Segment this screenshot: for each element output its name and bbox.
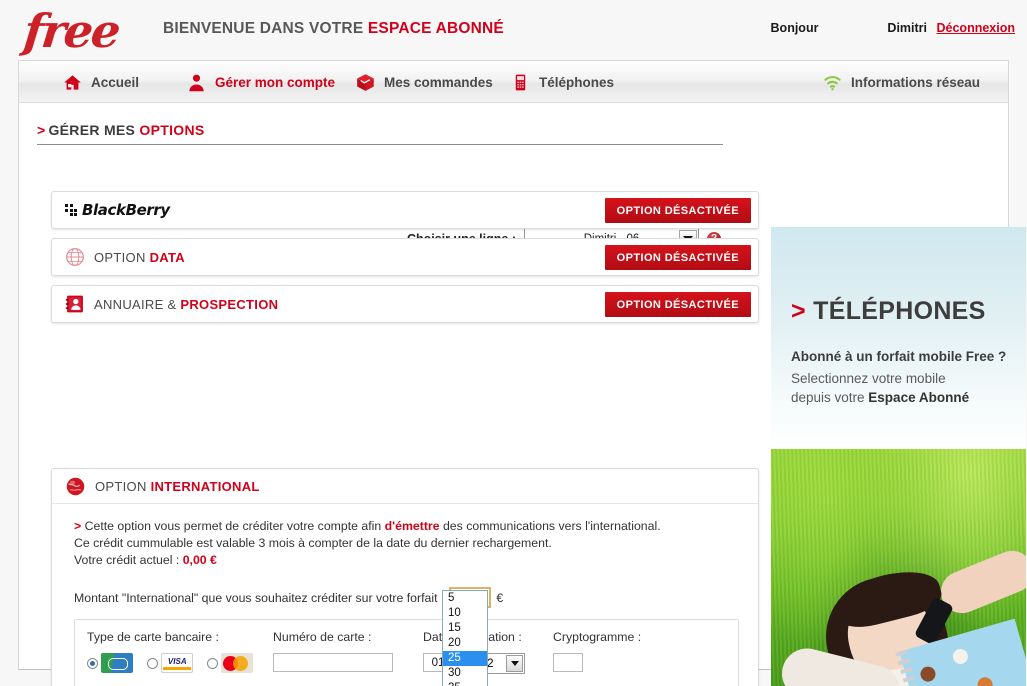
breadcrumb: > GÉRER MES OPTIONS [37, 122, 205, 138]
promo-title: > TÉLÉPHONES [791, 297, 986, 326]
international-line-2: Ce crédit cummulable est valable 3 mois … [74, 536, 552, 550]
box-icon [357, 74, 374, 91]
amount-currency: € [496, 590, 504, 605]
nav-label-mes-commandes: Mes commandes [384, 75, 493, 90]
blackberry-wordmark: BlackBerry [82, 201, 170, 219]
breadcrumb-arrow: > [37, 122, 46, 138]
international-header: OPTION INTERNATIONAL [52, 469, 758, 504]
greeting-label: Bonjour [770, 21, 819, 35]
option-label-data: OPTION DATA [65, 247, 185, 267]
cvv-input[interactable] [553, 653, 583, 672]
amount-row: Montant "International" que vous souhait… [74, 587, 758, 608]
international-title: OPTION INTERNATIONAL [65, 476, 260, 497]
welcome-prefix: BIENVENUE DANS VOTRE [163, 20, 368, 37]
option-badge-annuaire[interactable]: OPTION DÉSACTIVÉE [604, 292, 751, 317]
card-number-label: Numéro de carte : [273, 630, 372, 644]
amount-option-15[interactable]: 15 [443, 621, 487, 636]
amount-option-20[interactable]: 20 [443, 636, 487, 651]
globe-red-icon [66, 477, 85, 495]
option-badge-blackberry[interactable]: OPTION DÉSACTIVÉE [604, 198, 751, 223]
international-line1-a: Cette option vous permet de créditer vot… [81, 519, 385, 533]
nav-label-telephones: Téléphones [539, 75, 615, 90]
mastercard-card-icon[interactable] [221, 653, 254, 673]
option-text-annuaire: ANNUAIRE & PROSPECTION [94, 296, 279, 312]
globe-icon [66, 248, 84, 266]
credit-value: 0,00 € [182, 553, 217, 567]
blackberry-dots-icon [65, 204, 77, 216]
visa-card-icon[interactable] [161, 653, 194, 673]
radio-card-mastercard[interactable] [206, 657, 218, 669]
home-icon [64, 75, 81, 90]
top-header: free BIENVENUE DANS VOTRE ESPACE ABONNÉ … [0, 0, 1027, 58]
user-name: Dimitri [887, 21, 928, 35]
nav-item-telephones[interactable]: Téléphones [511, 62, 614, 103]
main-navigation: Accueil Gérer mon compte Mes commandes T… [19, 61, 1008, 103]
promo-line-3b: Espace Abonné [868, 390, 970, 405]
cvv-label: Cryptogramme : [553, 630, 642, 644]
welcome-text: BIENVENUE DANS VOTRE ESPACE ABONNÉ [163, 20, 504, 38]
directory-icon [65, 295, 83, 313]
content-area: >GÉRER MES OPTIONS Choisir une ligne : D… [19, 103, 1026, 686]
main-shell: Accueil Gérer mon compte Mes commandes T… [18, 60, 1026, 686]
amount-option-25[interactable]: 25 [443, 651, 487, 666]
international-line1-b: des communications vers l'international. [439, 519, 661, 533]
breadcrumb-text: GÉRER MES [48, 122, 140, 138]
international-line-1: > Cette option vous permet de créditer v… [74, 518, 758, 535]
promo-top: > TÉLÉPHONES Abonné à un forfait mobile … [771, 227, 1026, 449]
nav-item-gerer-mon-compte[interactable]: Gérer mon compte [187, 62, 335, 103]
nav-label-informations-reseau: Informations réseau [850, 75, 980, 90]
option-row-annuaire[interactable]: ANNUAIRE & PROSPECTION OPTION DÉSACTIVÉE [51, 285, 759, 323]
option-row-blackberry[interactable]: BlackBerry OPTION DÉSACTIVÉE [51, 191, 759, 229]
international-line-3: Votre crédit actuel : 0,00 € [74, 552, 758, 569]
card-number-input[interactable] [273, 653, 393, 672]
promo-lines-23: Selectionnez votre mobile depuis votre E… [791, 369, 969, 407]
nav-item-informations-reseau[interactable]: Informations réseau [823, 62, 980, 103]
amount-label: Montant "International" que vous souhait… [74, 590, 445, 605]
free-logo[interactable]: free [21, 4, 121, 58]
breadcrumb-divider [37, 144, 723, 145]
card-type-choices [87, 653, 254, 673]
user-icon [189, 74, 204, 92]
promo-line-3a: depuis votre [791, 390, 869, 405]
promo-line-1: Abonné à un forfait mobile Free ? [791, 349, 1007, 364]
promo-arrow: > [791, 297, 806, 325]
amount-option-35[interactable]: 35 [443, 681, 487, 686]
nav-item-accueil[interactable]: Accueil [63, 62, 139, 103]
wifi-icon [824, 76, 841, 91]
option-row-data[interactable]: OPTION DATA OPTION DÉSACTIVÉE [51, 238, 759, 276]
breadcrumb-highlight: OPTIONS [139, 122, 205, 138]
radio-card-visa[interactable] [146, 657, 158, 669]
nav-label-accueil: Accueil [91, 75, 140, 90]
amount-option-30[interactable]: 30 [443, 666, 487, 681]
option-panel-international: OPTION INTERNATIONAL > Cette option vous… [51, 468, 759, 686]
greeting-area: Bonjour Dimitri Déconnexion [771, 21, 1015, 35]
option-badge-data[interactable]: OPTION DÉSACTIVÉE [604, 245, 751, 270]
logout-link[interactable]: Déconnexion [937, 21, 1016, 35]
blackberry-logo: BlackBerry [65, 201, 170, 219]
amount-option-10[interactable]: 10 [443, 606, 487, 621]
option-label-annuaire: ANNUAIRE & PROSPECTION [65, 294, 278, 314]
promo-title-text: TÉLÉPHONES [813, 297, 986, 325]
payment-box: Type de carte bancaire : Numéro de carte… [74, 619, 739, 686]
cb-card-icon[interactable] [101, 653, 134, 673]
international-title-text: OPTION INTERNATIONAL [95, 478, 260, 494]
option-text-data: OPTION DATA [94, 249, 185, 265]
promo-line-2: Selectionnez votre mobile [791, 371, 946, 386]
credit-label: Votre crédit actuel : [74, 553, 183, 567]
promo-image [771, 449, 1026, 686]
page-root: free BIENVENUE DANS VOTRE ESPACE ABONNÉ … [0, 0, 1027, 686]
radio-card-cb[interactable] [87, 657, 98, 669]
international-line1-red: d'émettre [384, 519, 440, 533]
nav-label-gerer-mon-compte: Gérer mon compte [215, 75, 336, 90]
nav-item-mes-commandes[interactable]: Mes commandes [356, 62, 493, 103]
amount-option-5[interactable]: 5 [443, 591, 487, 606]
mobile-phone-icon [515, 74, 526, 91]
international-body: > Cette option vous permet de créditer v… [52, 504, 758, 608]
card-type-label: Type de carte bancaire : [87, 630, 219, 644]
welcome-highlight: ESPACE ABONNÉ [367, 20, 504, 37]
amount-dropdown-popup[interactable]: 5 10 15 20 25 30 35 40 45 50 [442, 590, 488, 686]
chevron-down-icon [506, 655, 523, 672]
promo-panel: > TÉLÉPHONES Abonné à un forfait mobile … [771, 227, 1026, 686]
